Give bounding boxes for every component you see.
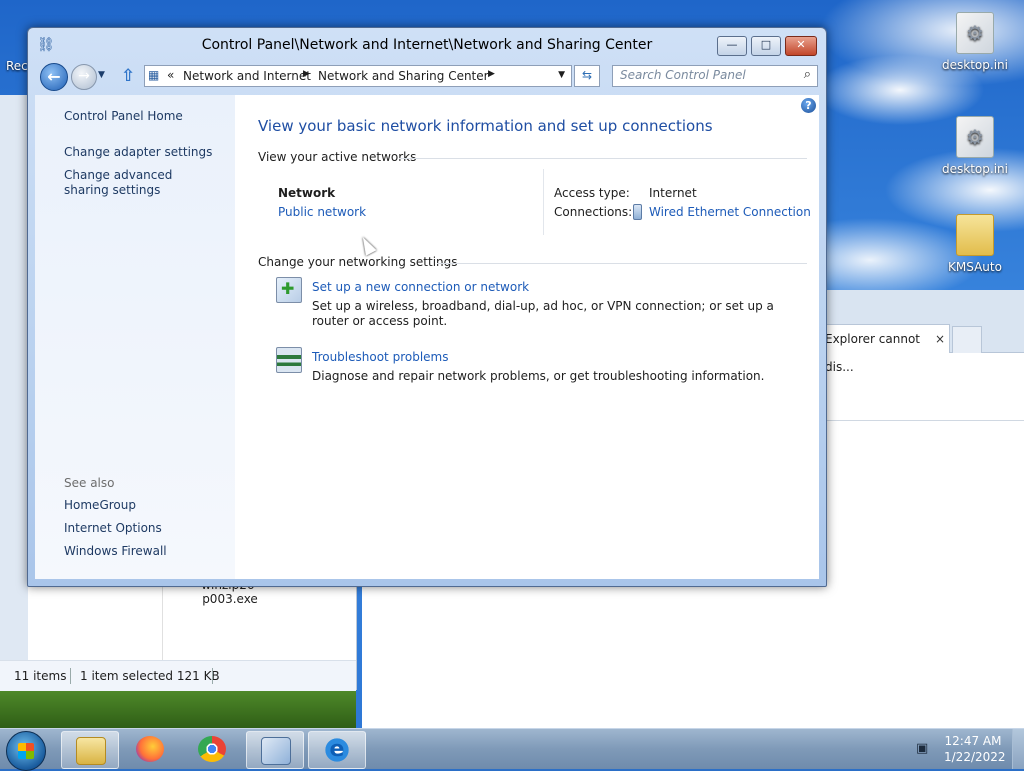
section-divider [399,158,807,159]
address-bar[interactable]: ▦ « Network and Internet ▶ Network and S… [144,65,572,87]
refresh-button[interactable]: ⇆ [574,65,600,87]
wallpaper-grass [0,690,356,728]
homegroup-link[interactable]: HomeGroup [64,498,136,512]
taskbar: e ▣ 12:47 AM 1/22/2022 [0,728,1024,771]
wired-ethernet-connection-link[interactable]: Wired Ethernet Connection [649,205,811,219]
network-name: Network [278,186,336,200]
browser-tab[interactable]: Explorer cannot dis... × [824,324,950,374]
public-network-link[interactable]: Public network [278,205,366,219]
window-title: Control Panel\Network and Internet\Netwo… [201,37,653,53]
taskbar-file-explorer[interactable] [61,731,119,769]
folder-icon [956,214,994,256]
status-item-count: 11 items [14,669,67,683]
browser-tab-label: Explorer cannot dis... [825,332,920,374]
search-icon[interactable]: ⌕ [804,67,811,82]
ethernet-icon [633,204,642,220]
taskbar-internet-explorer[interactable]: e [308,731,366,769]
taskbar-control-panel[interactable] [246,731,304,769]
troubleshoot-icon [276,347,302,373]
explorer-divider [162,575,163,670]
help-icon[interactable]: ? [801,98,816,113]
access-type-value: Internet [649,186,697,200]
breadcrumb-arrow-icon[interactable]: ▶ [488,69,495,79]
connections-label: Connections: [554,205,633,219]
clock-time: 12:47 AM [944,734,1002,748]
desktop-icon-label: KMSAuto [948,260,1002,274]
back-button[interactable]: ← [40,63,68,91]
desktop-icon-desktop-ini-1[interactable]: desktop.ini [940,12,1010,72]
internet-options-link[interactable]: Internet Options [64,521,162,535]
start-button[interactable] [6,731,46,771]
troubleshoot-description: Diagnose and repair network problems, or… [312,369,765,383]
troubleshoot-problems-link[interactable]: Troubleshoot problems [312,350,448,364]
left-pane: Control Panel Home Change adapter settin… [35,95,235,579]
taskbar-firefox[interactable] [122,731,178,767]
ini-file-icon [956,12,994,54]
breadcrumb-arrow-icon[interactable]: ▶ [303,69,310,79]
network-sharing-center-window[interactable]: ⛓ Control Panel\Network and Internet\Net… [27,27,827,587]
windows-firewall-link[interactable]: Windows Firewall [64,544,167,558]
partial-desktop-label: Rec [6,59,28,73]
taskbar-chrome[interactable] [184,731,240,767]
title-bar[interactable]: ⛓ Control Panel\Network and Internet\Net… [28,28,826,64]
desktop-icon-desktop-ini-2[interactable]: desktop.ini [940,116,1010,176]
search-box[interactable]: ⌕ [612,65,818,87]
control-panel-icon [261,737,291,765]
see-also-label: See also [64,476,115,490]
search-input[interactable] [613,66,796,84]
explorer-nav-strip [0,95,28,690]
control-panel-icon: ▦ [148,68,160,82]
maximize-button[interactable]: □ [751,36,781,56]
setup-new-connection-link[interactable]: Set up a new connection or network [312,280,529,294]
desktop-icon-label: desktop.ini [942,162,1008,176]
change-advanced-sharing-settings-link[interactable]: Change advanced sharing settings [64,168,214,198]
status-separator [212,668,213,684]
system-clock[interactable]: 12:47 AM 1/22/2022 [944,733,1006,765]
internet-explorer-icon: e [323,737,351,763]
active-networks-label: View your active networks [258,150,417,164]
desktop-icon-label: desktop.ini [942,58,1008,72]
content-area: Control Panel Home Change adapter settin… [35,95,819,579]
network-tray-icon[interactable]: ▣ [916,741,928,756]
change-settings-label: Change your networking settings [258,255,458,269]
ini-file-icon [956,116,994,158]
new-tab-button[interactable] [952,326,982,353]
up-arrow-icon[interactable]: ⇧ [121,66,135,86]
folder-icon [76,737,106,765]
network-info-separator [543,169,544,235]
tab-close-icon[interactable]: × [935,325,945,353]
desktop-icon-kmsauto[interactable]: KMSAuto [940,214,1010,274]
change-adapter-settings-link[interactable]: Change adapter settings [64,145,212,159]
setup-new-connection-description: Set up a wireless, broadband, dial-up, a… [312,299,774,328]
firefox-icon [136,736,164,762]
page-title: View your basic network information and … [258,117,713,135]
address-overflow-chevron[interactable]: « [167,68,174,82]
navigation-bar: ← → ▼ ⇧ ▦ « Network and Internet ▶ Netwo… [28,62,826,92]
explorer-status-bar: 11 items 1 item selected 121 KB [0,660,356,691]
status-selection: 1 item selected 121 KB [80,669,220,683]
clock-date: 1/22/2022 [944,750,1006,764]
access-type-label: Access type: [554,186,630,200]
forward-button[interactable]: → [71,64,97,90]
show-desktop-button[interactable] [1012,729,1024,769]
address-dropdown-icon[interactable]: ▼ [558,70,565,80]
status-separator [70,668,71,684]
control-panel-home-link[interactable]: Control Panel Home [64,109,183,123]
chrome-icon [198,736,226,762]
breadcrumb-network-and-sharing-center[interactable]: Network and Sharing Center [318,69,489,83]
recent-pages-dropdown-icon[interactable]: ▼ [98,70,105,80]
new-connection-icon [276,277,302,303]
minimize-button[interactable]: — [717,36,747,56]
close-button[interactable]: ✕ [785,36,817,56]
breadcrumb-network-and-internet[interactable]: Network and Internet [183,69,311,83]
section-divider [437,263,807,264]
